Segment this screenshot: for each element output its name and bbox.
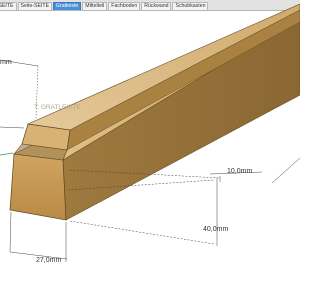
gratleiste-model[interactable] — [0, 3, 300, 221]
component-tag-label: T: GRATLEISTE — [34, 104, 81, 111]
dimension-height-label: 40,0mm — [203, 226, 228, 233]
green-axis-line — [0, 152, 14, 156]
dimension-depth-label: 27,0mm — [36, 257, 61, 264]
sketchup-window: en-SEITE Seite-SEITE Gratleiste Mittelte… — [0, 0, 300, 300]
3d-viewport[interactable]: mm T: GRATLEISTE 10,0mm 40,0mm 27,0mm — [0, 3, 300, 300]
model-canvas[interactable]: mm T: GRATLEISTE 10,0mm 40,0mm 27,0mm — [0, 0, 300, 300]
dimension-top-left-label: mm — [0, 59, 12, 66]
dimension-width-label: 10,0mm — [227, 168, 252, 175]
main-front-face — [9, 153, 67, 221]
